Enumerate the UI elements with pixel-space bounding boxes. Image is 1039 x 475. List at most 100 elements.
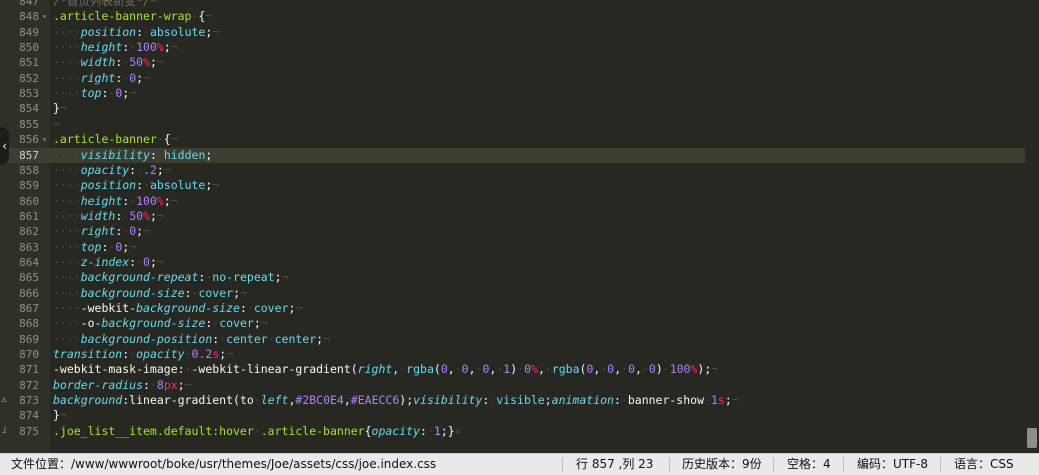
scrollbar-thumb[interactable] (1027, 428, 1037, 448)
line-number: 869 (19, 332, 39, 346)
status-bar: 文件位置：/www/wwwroot/boke/usr/themes/Joe/as… (0, 453, 1039, 475)
line-number: 848 (19, 10, 39, 24)
fold-toggle-icon[interactable]: ▾ (40, 132, 49, 147)
line-number: 866 (19, 286, 39, 300)
line-number: 868 (19, 317, 39, 331)
line-number: 859 (19, 179, 39, 193)
line-number: 852 (19, 71, 39, 85)
code-text[interactable]: ····width:·50%;¬ (53, 55, 164, 70)
line-number: 863 (19, 240, 39, 254)
code-text[interactable]: ····height:·100%;¬ (53, 194, 178, 209)
code-line[interactable]: 871 -webkit-mask-image:·-webkit-linear-gr… (0, 362, 1039, 377)
line-number: 858 (19, 163, 39, 177)
code-text[interactable]: .article-banner-wrap·{¬ (53, 9, 212, 24)
code-text[interactable]: ····background-size:·cover;¬ (53, 286, 247, 301)
code-text[interactable]: ····position:·absolute;¬ (53, 25, 219, 40)
status-divider (773, 457, 774, 472)
line-number: 871 (19, 363, 39, 377)
code-text[interactable]: ¬ (53, 117, 60, 132)
line-number: 850 (19, 41, 39, 55)
line-number: 872 (19, 378, 39, 392)
code-text[interactable]: .joe_list__item.default:hover·.article-b… (53, 424, 462, 439)
code-text[interactable]: ····right:·0;¬ (53, 71, 150, 86)
code-line[interactable]: 875 i .joe_list__item.default:hover·.artic… (0, 424, 1039, 439)
code-line[interactable]: 870 transition:·opacity·0.2s;¬ (0, 347, 1039, 362)
code-line[interactable]: 850 ····height:·100%;¬ (0, 40, 1039, 55)
code-text[interactable]: ····width:·50%;¬ (53, 209, 164, 224)
code-line[interactable]: 855 ¬ (0, 117, 1039, 132)
code-text[interactable]: border-radius:·8px;¬ (53, 378, 192, 393)
line-number: 851 (19, 56, 39, 70)
code-text[interactable]: ····visibility:·hidden;¬ (53, 148, 219, 163)
code-text[interactable]: ····top:·0;¬ (53, 240, 136, 255)
code-line[interactable]: 856 ▾ .article-banner·{¬ (0, 132, 1039, 147)
code-line[interactable]: 848 ▾ .article-banner-wrap·{¬ (0, 9, 1039, 24)
line-number: 853 (19, 87, 39, 101)
status-divider (669, 457, 670, 472)
line-number: 849 (19, 25, 39, 39)
code-text[interactable]: ····position:·absolute;¬ (53, 178, 219, 193)
code-line[interactable]: 862 ····right:·0;¬ (0, 224, 1039, 239)
line-number: 864 (19, 255, 39, 269)
code-text[interactable]: ····-o-background-size:·cover;¬ (53, 316, 268, 331)
status-divider (843, 457, 844, 472)
code-line[interactable]: 857 ····visibility:·hidden;¬ (0, 147, 1039, 163)
code-line[interactable]: 874 }¬ (0, 408, 1039, 423)
code-text[interactable]: }¬ (53, 101, 67, 116)
code-line[interactable]: 851 ····width:·50%;¬ (0, 55, 1039, 70)
code-line[interactable]: 853 ····top:·0;¬ (0, 86, 1039, 101)
collapse-sidebar-button[interactable]: ‹ (0, 127, 9, 165)
code-text[interactable]: -webkit-mask-image:·-webkit-linear-gradi… (53, 362, 718, 377)
code-text[interactable]: .article-banner·{¬ (53, 132, 178, 147)
code-line[interactable]: 863 ····top:·0;¬ (0, 240, 1039, 255)
line-number: 854 (19, 102, 39, 116)
encoding-setting[interactable]: 编码：UTF-8 (857, 454, 928, 475)
history-versions[interactable]: 历史版本：9份 (682, 454, 762, 475)
info-icon[interactable]: i (2, 424, 10, 439)
line-number: 867 (19, 302, 39, 315)
indent-setting[interactable]: 空格：4 (787, 454, 831, 475)
code-text[interactable]: }¬ (53, 408, 67, 423)
language-mode[interactable]: 语言：CSS (954, 454, 1014, 475)
code-line[interactable]: 859 ····position:·absolute;¬ (0, 178, 1039, 193)
code-editor[interactable]: 847/*首页列表新变*/¬ 848 ▾ .article-banner-wrap·{… (0, 0, 1039, 453)
line-number: 847 (19, 0, 39, 8)
code-text[interactable]: transition:·opacity·0.2s;¬ (53, 347, 233, 362)
code-text[interactable]: ····-webkit-background-size:·cover;¬ (53, 301, 302, 316)
code-text[interactable]: ····background-repeat:·no-repeat;¬ (53, 270, 288, 285)
code-line[interactable]: 873 ⚠ background:linear-gradient(to·left,#… (0, 393, 1039, 408)
code-line[interactable]: 849 ····position:·absolute;¬ (0, 25, 1039, 40)
line-number: 860 (19, 194, 39, 208)
code-line[interactable]: 868 ····-o-background-size:·cover;¬ (0, 316, 1039, 331)
code-text[interactable]: background:linear-gradient(to·left,#2BC0… (53, 393, 739, 408)
status-divider (562, 457, 563, 472)
vertical-scrollbar[interactable] (1025, 0, 1039, 453)
code-line[interactable]: 865 ····background-repeat:·no-repeat;¬ (0, 270, 1039, 285)
code-text[interactable]: ····height:·100%;¬ (53, 40, 178, 55)
code-line[interactable]: 852 ····right:·0;¬ (0, 71, 1039, 86)
code-text[interactable]: ····background-position:·center·center;¬ (53, 332, 330, 347)
warning-icon[interactable]: ⚠ (1, 393, 11, 408)
line-number: 861 (19, 209, 39, 223)
line-number: 874 (19, 409, 39, 423)
code-text[interactable]: ····top:·0;¬ (53, 86, 136, 101)
code-line[interactable]: 872 border-radius:·8px;¬ (0, 378, 1039, 393)
code-line[interactable]: 860 ····height:·100%;¬ (0, 194, 1039, 209)
code-line[interactable]: 869 ····background-position:·center·cente… (0, 332, 1039, 347)
code-line[interactable]: 861 ····width:·50%;¬ (0, 209, 1039, 224)
code-text[interactable]: ····z-index:·0;¬ (53, 255, 164, 270)
code-line[interactable]: 854 }¬ (0, 101, 1039, 116)
code-line[interactable]: 847 /*首页列表新变*/¬ (0, 0, 1039, 9)
code-line[interactable]: 867 ····-webkit-background-size:·cover;¬ (0, 301, 1039, 316)
code-line[interactable]: 858 ····opacity:·.2;¬ (0, 163, 1039, 178)
code-text[interactable]: ····right:·0;¬ (53, 224, 150, 239)
code-line[interactable]: 866 ····background-size:·cover;¬ (0, 286, 1039, 301)
code-text[interactable]: ····opacity:·.2;¬ (53, 163, 171, 178)
chevron-left-icon: ‹ (2, 139, 7, 153)
line-number: 865 (19, 271, 39, 285)
code-line[interactable]: 864 ····z-index:·0;¬ (0, 255, 1039, 270)
cursor-position[interactable]: 行 857 ,列 23 (576, 454, 653, 475)
fold-toggle-icon[interactable]: ▾ (40, 9, 49, 24)
file-path: 文件位置：/www/wwwroot/boke/usr/themes/Joe/as… (11, 457, 437, 471)
code-text[interactable]: /*首页列表新变*/¬ (53, 0, 157, 9)
